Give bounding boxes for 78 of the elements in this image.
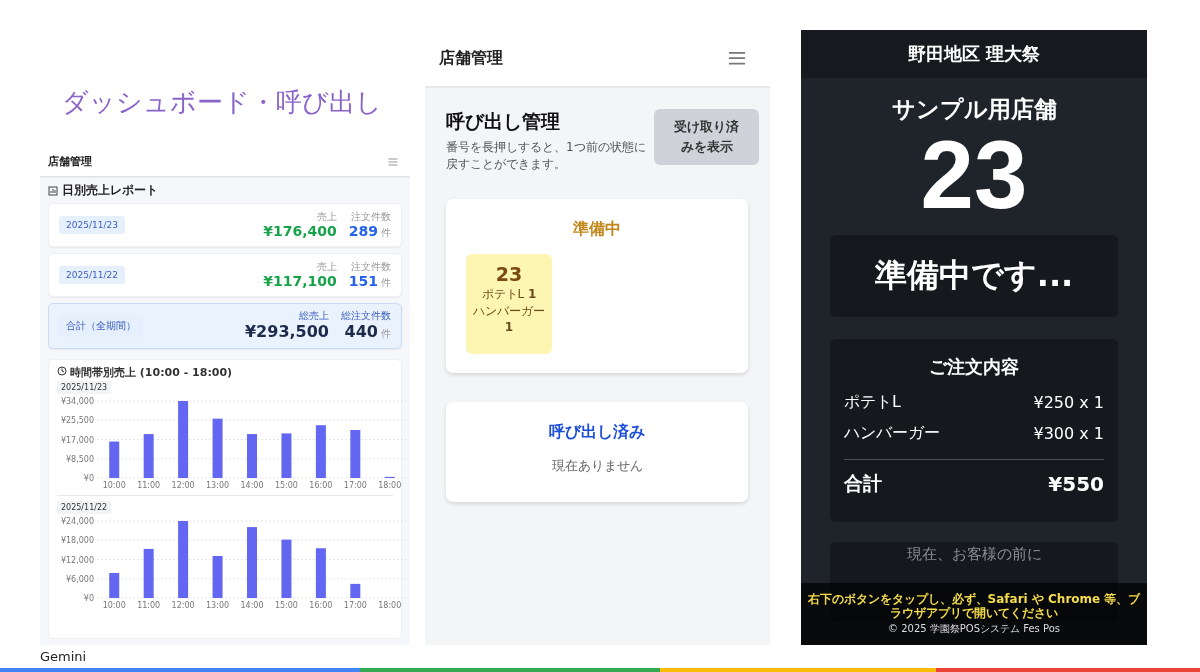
date-tag: 合計（全期間） — [59, 314, 143, 337]
stat-label: 注文件数 — [351, 260, 391, 272]
stat-label: 売上 — [316, 210, 337, 222]
axis-label: 18:00 — [378, 481, 402, 491]
page-title: 呼び出し管理 — [446, 109, 561, 134]
axis-label: 16:00 — [309, 601, 333, 611]
stat-label: 注文件数 — [351, 210, 391, 222]
store-name: サンプル用店舗 — [891, 96, 1057, 122]
order-count: 289 — [348, 223, 378, 240]
order-title: ご注文内容 — [929, 356, 1019, 377]
section-title: 日別売上レポート — [62, 184, 158, 198]
stat-label: 総注文件数 — [341, 310, 391, 322]
axis-label: 12:00 — [171, 601, 195, 611]
app-title: 店舗管理 — [48, 155, 92, 169]
axis-label: 15:00 — [274, 601, 298, 611]
axis-label: ¥6,000 — [66, 575, 94, 585]
axis-label: 14:00 — [240, 481, 264, 491]
date-tag: 2025/11/23 — [57, 381, 112, 395]
axis-label: ¥18,000 — [60, 536, 94, 546]
footer-label: Gemini — [40, 649, 87, 664]
axis-label: 11:00 — [137, 601, 161, 611]
axis-label: ¥34,000 — [60, 397, 94, 407]
description-text: 番号を長押しすると、1つ前の状態に戻すことができます。 — [446, 139, 647, 174]
axis-label: 13:00 — [206, 481, 230, 491]
item-name: ハンバーガー — [844, 423, 940, 444]
total-amount: ¥550 — [1048, 471, 1104, 496]
status-title: 呼び出し済み — [549, 421, 645, 443]
total-label: 合計 — [844, 470, 882, 496]
date-tag: 2025/11/22 — [59, 265, 125, 284]
axis-label: 16:00 — [309, 481, 333, 491]
queue-text: 現在、お客様の前に — [906, 545, 1042, 564]
date-tag: 2025/11/23 — [59, 215, 125, 234]
axis-label: ¥8,500 — [66, 455, 94, 465]
status-title: 準備中 — [573, 218, 621, 240]
axis-label: 17:00 — [343, 481, 367, 491]
notice-text: 右下のボタンをタップし、必ず、Safari や Chrome 等、ブラウザアプリで開いてください — [807, 591, 1141, 621]
ticket-number: 23 — [920, 127, 1028, 223]
axis-label: 14:00 — [240, 601, 264, 611]
date-tag: 2025/11/22 — [57, 501, 112, 515]
status-text: 準備中です... — [874, 255, 1074, 296]
axis-label: 10:00 — [102, 601, 126, 611]
axis-label: ¥12,000 — [60, 555, 94, 565]
axis-label: ¥25,500 — [60, 416, 94, 426]
stat-label: 売上 — [316, 260, 337, 272]
unit-label: 件 — [381, 227, 391, 239]
copyright-text: © 2025 学園祭POSシステム Fes Pos — [888, 622, 1060, 637]
empty-message: 現在ありません — [551, 456, 643, 475]
section-title: 時間帯別売上 (10:00 - 18:00) — [70, 366, 233, 380]
sales-amount: ¥117,100 — [263, 273, 337, 290]
axis-label: ¥0 — [83, 594, 94, 604]
unit-label: 件 — [381, 327, 391, 340]
show-received-button[interactable]: 受け取り済みを表示 — [654, 109, 759, 165]
axis-label: 11:00 — [137, 481, 161, 491]
menu-icon[interactable] — [728, 50, 746, 66]
order-ticket[interactable]: 23 ポテトL 1 ハンバーガー 1 — [466, 253, 552, 354]
stat-label: 総売上 — [299, 310, 329, 322]
event-name: 野田地区 理大祭 — [907, 42, 1041, 66]
order-count: 440 — [344, 322, 378, 342]
item-price: ¥250 x 1 — [1033, 393, 1104, 412]
clock-icon — [57, 365, 67, 376]
item-name: ポテトL — [844, 392, 901, 413]
axis-label: 12:00 — [171, 481, 195, 491]
item-price: ¥300 x 1 — [1033, 424, 1104, 443]
unit-label: 件 — [381, 277, 391, 289]
sales-amount: ¥293,500 — [245, 322, 329, 342]
sales-amount: ¥176,400 — [263, 223, 337, 240]
axis-label: 17:00 — [343, 601, 367, 611]
report-icon — [48, 185, 58, 196]
axis-label: 13:00 — [206, 601, 230, 611]
order-count: 151 — [348, 273, 378, 290]
axis-label: ¥24,000 — [60, 517, 94, 527]
axis-label: ¥17,000 — [60, 435, 94, 445]
slide-title: ダッシュボード・呼び出し — [62, 86, 383, 115]
axis-label: 18:00 — [378, 601, 402, 611]
app-title: 店舗管理 — [439, 47, 503, 69]
axis-label: 10:00 — [102, 481, 126, 491]
axis-label: 15:00 — [274, 481, 298, 491]
axis-label: ¥0 — [83, 474, 94, 484]
